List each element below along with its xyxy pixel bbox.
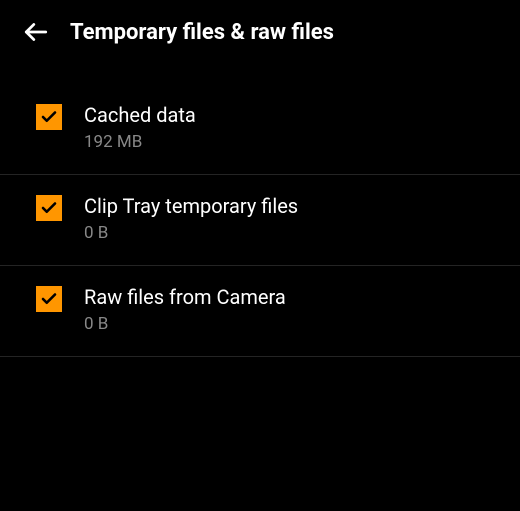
checkbox-cached-data[interactable] <box>36 104 62 130</box>
checkmark-icon <box>40 290 58 308</box>
item-label: Clip Tray temporary files <box>84 193 484 219</box>
item-size: 192 MB <box>84 132 484 152</box>
checkmark-icon <box>40 108 58 126</box>
list-item[interactable]: Clip Tray temporary files 0 B <box>0 175 520 266</box>
list-item[interactable]: Raw files from Camera 0 B <box>0 266 520 357</box>
item-size: 0 B <box>84 223 484 243</box>
checkmark-icon <box>40 199 58 217</box>
item-text: Cached data 192 MB <box>84 102 484 152</box>
item-label: Raw files from Camera <box>84 284 484 310</box>
list-item[interactable]: Cached data 192 MB <box>0 84 520 175</box>
file-list: Cached data 192 MB Clip Tray temporary f… <box>0 64 520 357</box>
page-title: Temporary files & raw files <box>70 20 334 45</box>
header: Temporary files & raw files <box>0 0 520 64</box>
checkbox-clip-tray[interactable] <box>36 195 62 221</box>
back-arrow-icon[interactable] <box>22 18 50 46</box>
item-label: Cached data <box>84 102 484 128</box>
checkbox-raw-files[interactable] <box>36 286 62 312</box>
item-size: 0 B <box>84 314 484 334</box>
item-text: Clip Tray temporary files 0 B <box>84 193 484 243</box>
item-text: Raw files from Camera 0 B <box>84 284 484 334</box>
